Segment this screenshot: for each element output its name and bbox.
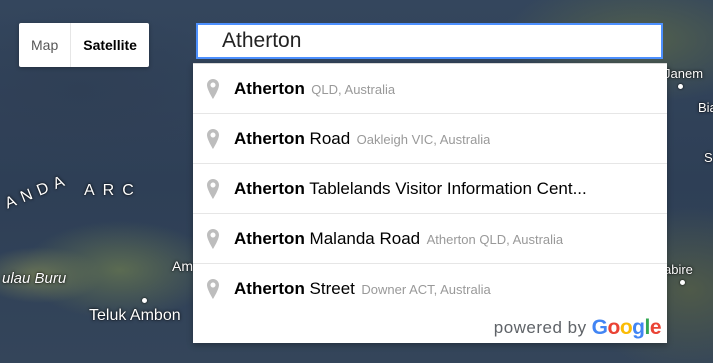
map-label-teluk-ambon: Teluk Ambon	[89, 307, 181, 324]
autocomplete-query: Road	[304, 128, 351, 148]
map-pin-icon	[205, 177, 221, 201]
map-type-map-button[interactable]: Map	[19, 23, 70, 67]
google-logo-icon: Google	[591, 316, 662, 340]
autocomplete-dropdown: Atherton QLD, Australia Atherton Road Oa…	[193, 63, 667, 343]
map-label-pulau-buru: ulau Buru	[2, 270, 67, 287]
autocomplete-item-text: Atherton Malanda Road Atherton QLD, Aust…	[234, 229, 563, 249]
autocomplete-match: Atherton	[234, 279, 305, 298]
autocomplete-item-text: Atherton Tablelands Visitor Information …	[234, 179, 587, 199]
map-pin-icon	[205, 127, 221, 151]
autocomplete-item[interactable]: Atherton QLD, Australia	[193, 64, 667, 114]
google-logo-letter: g	[632, 316, 645, 339]
map-label-janem: Janem	[664, 66, 704, 81]
autocomplete-secondary: QLD, Australia	[311, 81, 396, 97]
autocomplete-query: Tablelands Visitor Information Cent...	[304, 178, 587, 198]
autocomplete-query: Malanda Road	[304, 228, 421, 248]
map-type-control: Map Satellite	[19, 23, 149, 67]
map-pin-icon	[205, 277, 221, 301]
powered-by-google-footer: powered by Google	[493, 315, 662, 341]
autocomplete-secondary: Downer ACT, Australia	[361, 282, 491, 297]
autocomplete-match: Atherton	[234, 128, 305, 148]
city-marker	[678, 84, 683, 89]
autocomplete-secondary: Oakleigh VIC, Australia	[356, 131, 491, 147]
powered-by-text: powered by	[493, 318, 587, 337]
place-search-input[interactable]	[196, 23, 663, 59]
autocomplete-match: Atherton	[234, 78, 305, 98]
autocomplete-match: Atherton	[234, 178, 305, 198]
autocomplete-item[interactable]: Atherton Tablelands Visitor Information …	[193, 164, 667, 214]
autocomplete-item[interactable]: Atherton Street Downer ACT, Australia	[193, 264, 667, 314]
map-label-s: S	[704, 150, 713, 165]
map-pin-icon	[205, 77, 221, 101]
autocomplete-item-text: Atherton Street Downer ACT, Australia	[234, 279, 491, 299]
google-logo-letter: o	[607, 316, 620, 339]
autocomplete-item[interactable]: Atherton Road Oakleigh VIC, Australia	[193, 114, 667, 164]
autocomplete-match: Atherton	[234, 228, 305, 248]
map-label-abire: abire	[664, 262, 693, 277]
autocomplete-query: Street	[304, 279, 355, 298]
map-type-satellite-button[interactable]: Satellite	[71, 23, 149, 67]
map-pin-icon	[205, 227, 221, 251]
map-label-ambon-partial: Am	[172, 258, 193, 274]
autocomplete-item[interactable]: Atherton Malanda Road Atherton QLD, Aust…	[193, 214, 667, 264]
city-marker	[680, 280, 685, 285]
autocomplete-item-text: Atherton QLD, Australia	[234, 79, 395, 99]
google-logo-letter: o	[619, 316, 633, 339]
google-logo-letter: G	[591, 316, 608, 339]
autocomplete-item-text: Atherton Road Oakleigh VIC, Australia	[234, 129, 490, 149]
map-label-arc-right: ARC	[84, 182, 142, 199]
autocomplete-secondary: Atherton QLD, Australia	[426, 231, 564, 247]
google-logo-letter: e	[649, 316, 662, 339]
city-marker	[142, 298, 147, 303]
map-label-bia: Bia	[698, 100, 713, 115]
